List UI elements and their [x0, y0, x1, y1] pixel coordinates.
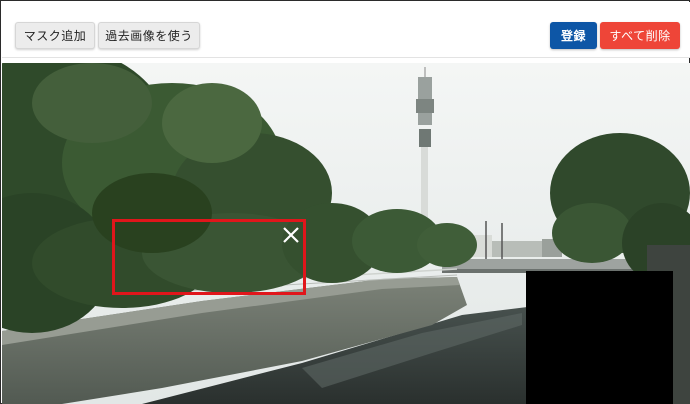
mask-region[interactable] — [112, 219, 306, 295]
close-icon[interactable] — [281, 225, 301, 245]
register-button[interactable]: 登録 — [550, 22, 597, 49]
delete-all-button[interactable]: すべて削除 — [600, 22, 680, 49]
black-mask-region — [526, 271, 673, 404]
add-mask-button[interactable]: マスク追加 — [15, 22, 95, 49]
use-past-image-button[interactable]: 過去画像を使う — [98, 22, 200, 49]
toolbar: マスク追加 過去画像を使う 登録 すべて削除 — [2, 2, 690, 58]
app-frame: マスク追加 過去画像を使う 登録 すべて削除 — [0, 0, 690, 404]
